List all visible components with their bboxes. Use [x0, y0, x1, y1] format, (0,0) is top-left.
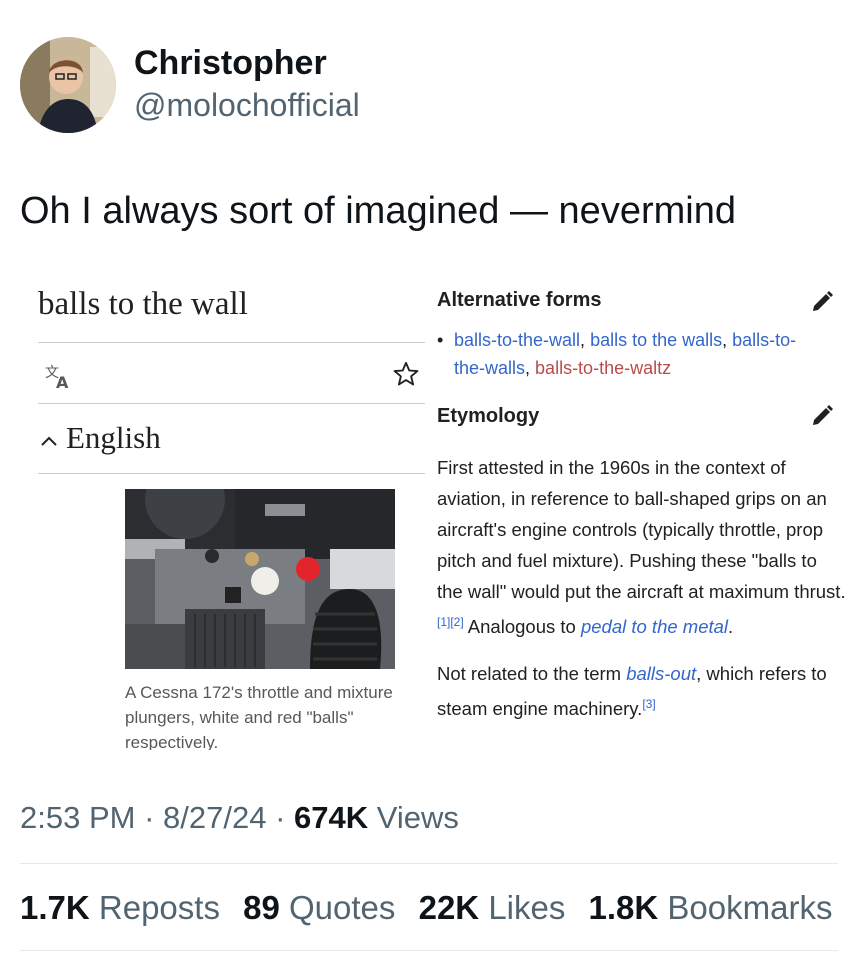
divider — [20, 863, 838, 864]
alt-form-link[interactable]: balls to the walls — [590, 330, 722, 350]
cockpit-photo — [125, 489, 395, 669]
divider — [20, 950, 838, 951]
etymology-body: First attested in the 1960s in the conte… — [437, 452, 847, 740]
balls-out-link[interactable]: balls-out — [626, 663, 696, 684]
language-label: English — [66, 420, 161, 455]
reposts-count: 1.7K — [20, 889, 90, 926]
avatar[interactable] — [20, 37, 116, 133]
reposts-label: Reposts — [98, 889, 220, 926]
embedded-image[interactable]: balls to the wall 文 A English A Cessna 1… — [0, 270, 858, 750]
views-label: Views — [376, 800, 459, 835]
alt-form-link[interactable]: balls-to-the-wall — [454, 330, 580, 350]
etymology-text: . — [728, 616, 734, 638]
star-icon — [393, 361, 419, 386]
tweet-text: Oh I always sort of imagined — nevermind — [20, 190, 736, 232]
tweet-meta: 2:53 PM · 8/27/24 · 674K Views — [20, 800, 459, 836]
svg-text:A: A — [56, 373, 69, 390]
reference-link[interactable]: [3] — [642, 697, 655, 711]
etymology-text: Not related to the term — [437, 663, 627, 685]
alt-form-redlink[interactable]: balls-to-the-waltz — [535, 358, 671, 378]
quotes-count: 89 — [243, 889, 280, 926]
separator-dot: · — [275, 800, 286, 835]
edit-pencil-icon[interactable] — [810, 290, 834, 314]
quotes-label: Quotes — [289, 889, 396, 926]
alternative-forms-heading: Alternative forms — [437, 289, 602, 311]
bookmarks-label: Bookmarks — [667, 889, 833, 926]
bookmarks-stat[interactable]: 1.8K Bookmarks — [589, 889, 833, 926]
reference-link[interactable]: [1][2] — [437, 615, 464, 629]
bookmarks-count: 1.8K — [588, 889, 659, 926]
likes-count: 22K — [418, 889, 480, 926]
quotes-stat[interactable]: 89 Quotes — [243, 889, 395, 926]
etymology-paragraph: Not related to the term balls-out, which… — [437, 658, 847, 724]
wiki-entry-title: balls to the wall — [38, 286, 248, 322]
etymology-heading: Etymology — [437, 405, 540, 427]
bullet: • — [437, 330, 444, 350]
tweet-time[interactable]: 2:53 PM — [20, 800, 135, 835]
handle[interactable]: @molochofficial — [134, 87, 360, 124]
engagement-stats: 1.7K Reposts 89 Quotes 22K Likes 1.8K Bo… — [20, 889, 846, 927]
divider — [38, 473, 425, 474]
etymology-paragraph: First attested in the 1960s in the conte… — [437, 452, 847, 642]
alternative-forms-list: • balls-to-the-wall, balls to the walls,… — [437, 326, 817, 382]
tweet-date[interactable]: 8/27/24 — [163, 800, 266, 835]
chevron-up-icon — [41, 436, 57, 446]
display-name[interactable]: Christopher — [134, 44, 327, 83]
etymology-text: First attested in the 1960s in the conte… — [437, 457, 846, 602]
divider — [38, 342, 425, 343]
etymology-text: Analogous to — [463, 616, 581, 638]
likes-label: Likes — [488, 889, 566, 926]
avatar-image — [20, 37, 116, 133]
edit-pencil-icon[interactable] — [810, 404, 834, 428]
reposts-stat[interactable]: 1.7K Reposts — [20, 889, 220, 926]
pedal-to-the-metal-link[interactable]: pedal to the metal — [581, 616, 728, 637]
divider — [38, 403, 425, 404]
photo-caption: A Cessna 172's throttle and mixture plun… — [125, 683, 393, 750]
translate-icon: 文 A — [45, 365, 69, 390]
likes-stat[interactable]: 22K Likes — [419, 889, 566, 926]
separator-dot: · — [144, 800, 155, 835]
views-count: 674K — [294, 800, 369, 835]
language-section-header: English — [38, 420, 161, 456]
